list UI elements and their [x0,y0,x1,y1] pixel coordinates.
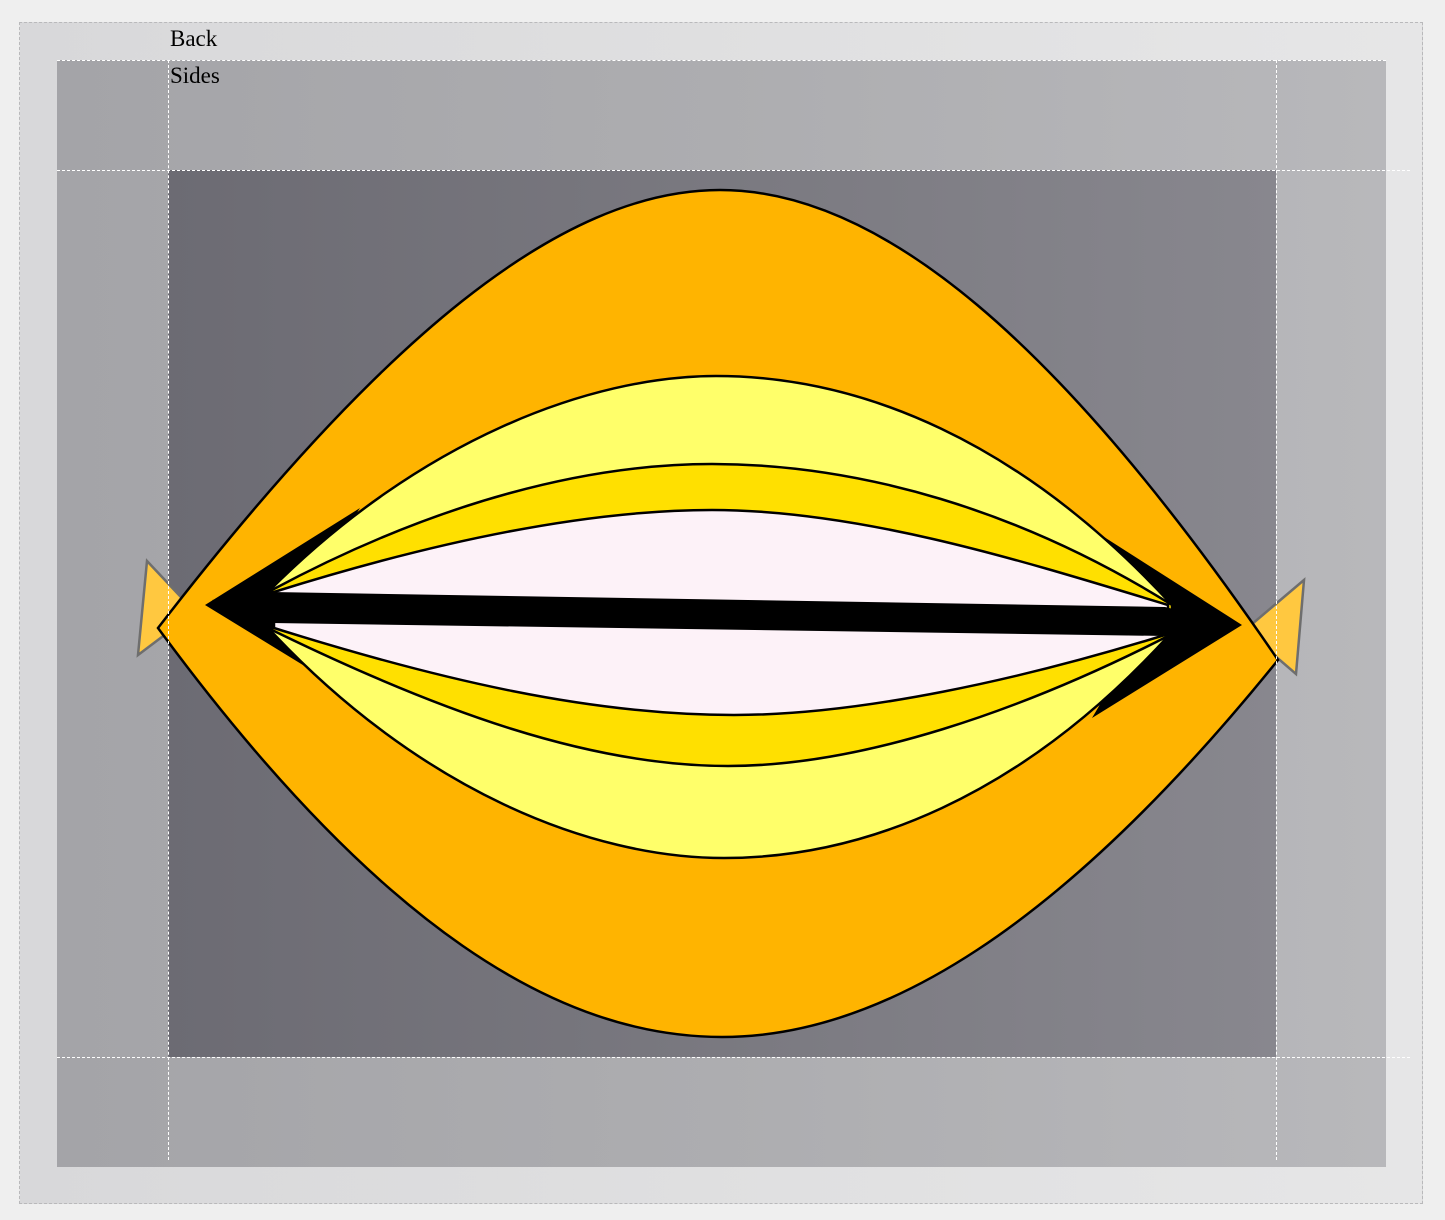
lens-diagram [136,188,1306,1039]
back-label: Back [170,26,218,51]
sides-label: Sides [170,63,220,88]
